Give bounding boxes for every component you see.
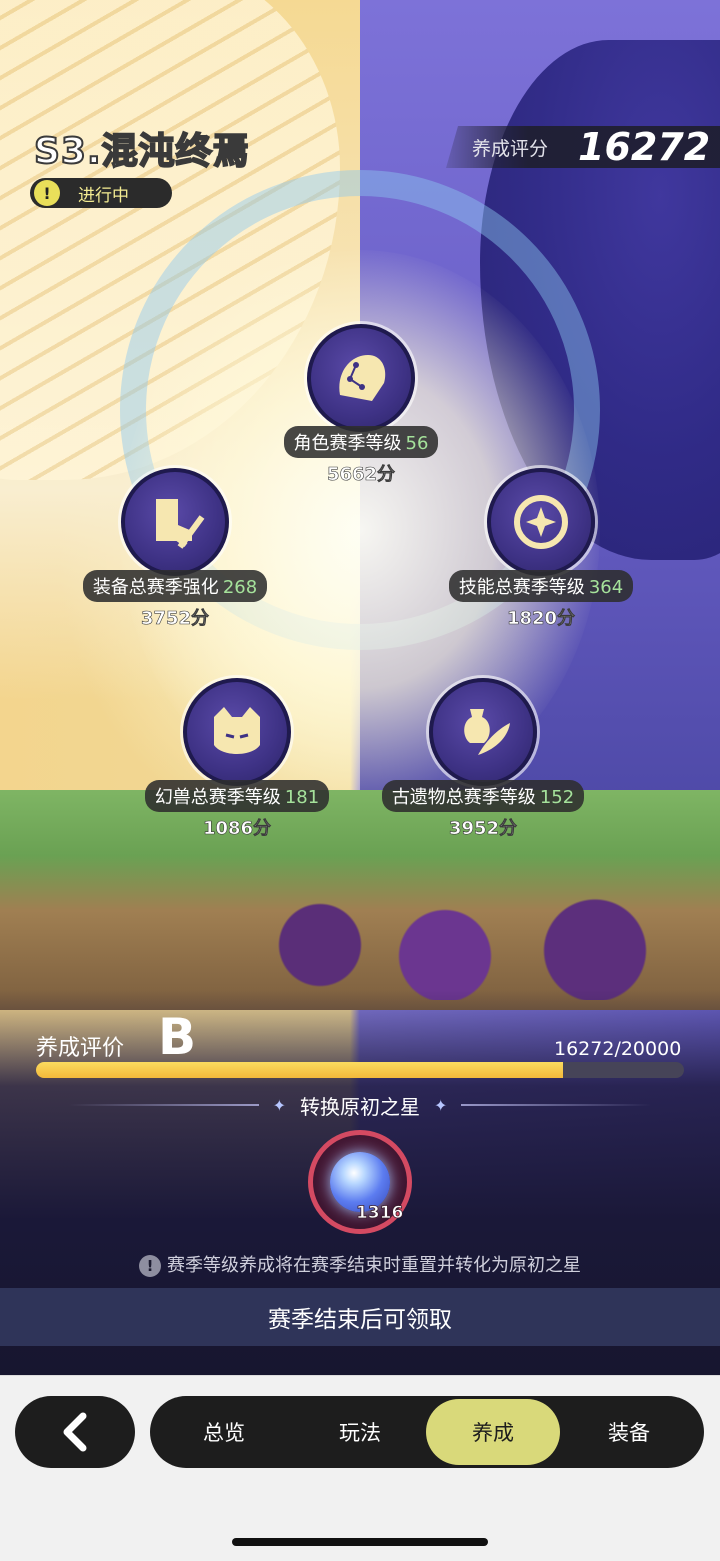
divider-line [461, 1104, 652, 1106]
season-title: S3.混沌终焉 [33, 130, 250, 173]
node-points: 1820分 [506, 608, 576, 630]
sparkle-icon: ✦ [272, 1095, 286, 1115]
node-equipment-level[interactable]: 装备总赛季强化 268 3752分 [65, 468, 285, 630]
back-button[interactable] [15, 1396, 135, 1468]
tab-cultivation[interactable]: 养成 [426, 1399, 560, 1465]
convert-header: ✦ 转换原初之星 ✦ [0, 1088, 720, 1122]
constellation-helmet-icon [307, 324, 415, 432]
rating-progress-bar [36, 1062, 684, 1078]
tab-overview[interactable]: 总览 [157, 1399, 291, 1465]
status-text: 进行中 [78, 185, 129, 206]
claim-button[interactable]: 赛季结束后可领取 [0, 1288, 720, 1346]
score-label: 养成评分 [472, 137, 549, 160]
tab-equipment[interactable]: 装备 [562, 1399, 696, 1465]
vase-feather-icon [429, 678, 537, 786]
node-label: 幻兽总赛季等级 181 [144, 780, 330, 812]
progress-text: 16272/20000 [554, 1038, 682, 1060]
score-value: 16272 [578, 125, 711, 169]
node-beast-level[interactable]: 幻兽总赛季等级 181 1086分 [127, 678, 347, 840]
node-label: 技能总赛季等级 364 [448, 570, 634, 602]
node-skill-level[interactable]: 技能总赛季等级 364 1820分 [431, 468, 651, 630]
item-count: 1316 [356, 1203, 404, 1224]
home-indicator [232, 1538, 488, 1546]
status-badge: ! 进行中 [30, 178, 172, 208]
purple-bushes [220, 890, 720, 1000]
divider-line [68, 1104, 259, 1106]
convert-title: 转换原初之星 [300, 1094, 420, 1119]
sparkle-icon: ✦ [434, 1095, 448, 1115]
node-label: 角色赛季等级 56 [283, 426, 439, 458]
node-points: 1086分 [202, 818, 272, 840]
node-label: 古遗物总赛季等级 152 [381, 780, 585, 812]
score-panel: 养成评分 16272 [446, 126, 720, 168]
rating-grade: B [158, 1008, 197, 1066]
sparkle-orb-icon [487, 468, 595, 576]
tab-group: 总览 玩法 养成 装备 [150, 1396, 704, 1468]
node-character-level[interactable]: 角色赛季等级 56 5662分 [251, 324, 471, 486]
cat-face-icon [183, 678, 291, 786]
rating-label: 养成评价 [36, 1036, 125, 1061]
node-points: 3952分 [448, 818, 518, 840]
reset-notice: ! 赛季等级养成将在赛季结束时重置并转化为原初之星 [0, 1251, 720, 1277]
chevron-left-icon [63, 1412, 87, 1452]
node-points: 3752分 [140, 608, 210, 630]
exclamation-icon: ! [34, 180, 60, 206]
tab-gameplay[interactable]: 玩法 [293, 1399, 427, 1465]
info-icon: ! [139, 1255, 161, 1277]
node-label: 装备总赛季强化 268 [82, 570, 268, 602]
boot-sword-icon [121, 468, 229, 576]
node-relic-level[interactable]: 古遗物总赛季等级 152 3952分 [373, 678, 593, 840]
rating-progress-fill [36, 1062, 564, 1078]
